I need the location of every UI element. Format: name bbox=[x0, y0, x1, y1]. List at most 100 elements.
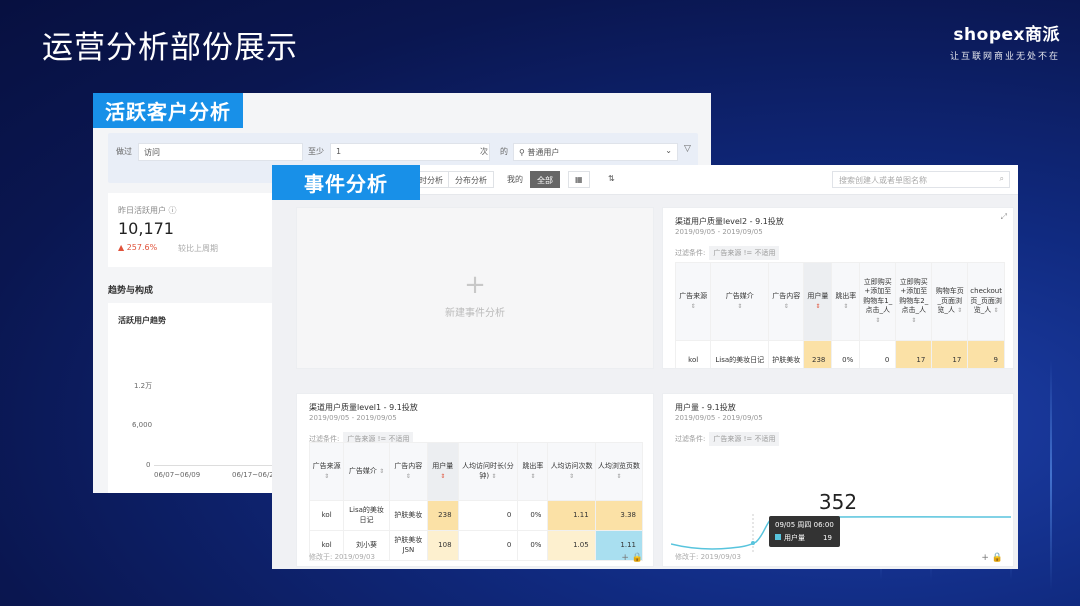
add-icon[interactable]: + bbox=[981, 553, 989, 563]
table-header-row: 广告来源 ⇕ 广告媒介 ⇕ 广告内容 ⇕ 用户量 ⇕ 人均访问时长(分钟) ⇕ … bbox=[308, 442, 644, 501]
kpi-label: 昨日活跃用户 ⓘ bbox=[118, 206, 177, 215]
table-cell: 9 bbox=[967, 340, 1005, 368]
card-title: 用户量 - 9.1投放 bbox=[675, 403, 736, 412]
search-placeholder: 搜索创建人或者单图名称 bbox=[839, 176, 927, 185]
info-icon: ⓘ bbox=[168, 206, 177, 215]
card-actions: + 🔒 bbox=[621, 553, 643, 563]
filter-label-atleast: 至少 bbox=[308, 147, 324, 156]
x-tick: 06/07~06/09 bbox=[154, 471, 201, 479]
col-header[interactable]: 广告内容 ⇕ bbox=[768, 262, 805, 341]
section-title: 趋势与构成 bbox=[108, 286, 154, 296]
sort-icon[interactable]: ⇅ bbox=[602, 171, 621, 188]
filter-chip: 广告来源 != 不适用 bbox=[709, 432, 780, 446]
distribution-analysis-tab[interactable]: 分布分析 bbox=[448, 171, 494, 188]
search-input[interactable]: 搜索创建人或者单图名称 ⌕ bbox=[832, 171, 1010, 188]
trend-card: 活跃用户趋势 1.2万 6,000 0 06/07~06/09 06/17~06… bbox=[108, 303, 278, 493]
col-header[interactable]: 跳出率 ⇕ bbox=[831, 262, 861, 341]
level2-table: 广告来源 ⇕ 广告媒介 ⇕ 广告内容 ⇕ 用户量 ⇕ 跳出率 ⇕ 立即购买+添加至购物车1… bbox=[674, 262, 1005, 368]
trend-title: 活跃用户趋势 bbox=[118, 316, 166, 325]
col-header[interactable]: 广告来源 ⇕ bbox=[308, 442, 345, 501]
event-select[interactable]: 访问 bbox=[138, 143, 303, 161]
lock-icon[interactable]: 🔒 bbox=[992, 553, 1003, 563]
col-header[interactable]: 广告媒介 ⇕ bbox=[710, 262, 770, 341]
filter-mine[interactable]: 我的 bbox=[501, 171, 529, 188]
user-count-card: 用户量 - 9.1投放 2019/09/05 - 2019/09/05 过滤条件… bbox=[662, 393, 1014, 567]
channel-quality-level1-card: 渠道用户质量level1 - 9.1投放 2019/09/05 - 2019/0… bbox=[296, 393, 654, 567]
table-cell: 0% bbox=[831, 340, 861, 368]
table-cell: 3.38 bbox=[594, 500, 644, 531]
filter-chip: 广告来源 != 不适用 bbox=[709, 246, 780, 260]
table-cell: 108 bbox=[426, 530, 459, 561]
event-analysis-tab-label: 事件分析 bbox=[272, 165, 420, 200]
col-header[interactable]: 购物车页_页面浏览_人 ⇕ bbox=[931, 262, 969, 341]
new-event-card[interactable]: + 新建事件分析 bbox=[296, 207, 654, 369]
kpi-delta: ▲ 257.6% bbox=[118, 243, 158, 252]
card-footer: 修改于: 2019/09/03 bbox=[675, 553, 741, 561]
table-cell: Lisa的美妆日记 bbox=[710, 340, 770, 368]
lock-icon[interactable]: 🔒 bbox=[632, 553, 643, 563]
card-filter: 过滤条件: 广告来源 != 不适用 bbox=[675, 432, 780, 446]
table-row: kol Lisa的美妆日记 护肤美妆 238 0 0% 1.11 3.38 bbox=[308, 500, 644, 531]
table-cell: 17 bbox=[895, 340, 933, 368]
col-header[interactable]: 立即购买+添加至购物车2_点击_人 ⇕ bbox=[895, 262, 933, 341]
col-header[interactable]: 用户量 ⇕ bbox=[803, 262, 833, 341]
filter-label-times: 次 bbox=[480, 147, 488, 156]
table-cell: 17 bbox=[931, 340, 969, 368]
col-header[interactable]: 广告媒介 ⇕ bbox=[343, 442, 390, 501]
brand-logo: shopex商派 bbox=[953, 25, 1060, 45]
user-count-value: 352 bbox=[818, 490, 858, 514]
legend-swatch bbox=[775, 534, 781, 540]
grid-view-icon[interactable]: ▦ bbox=[568, 171, 590, 188]
count-input[interactable]: 1 bbox=[330, 143, 490, 161]
user-type-select[interactable]: ⚲ 普通用户 ⌄ bbox=[513, 143, 678, 161]
search-icon: ⌕ bbox=[999, 174, 1004, 183]
table-cell: 护肤美妆 bbox=[768, 340, 805, 368]
filter-label-did: 做过 bbox=[116, 147, 132, 156]
col-header[interactable]: 广告来源 ⇕ bbox=[674, 262, 712, 341]
channel-quality-level2-card: 渠道用户质量level2 - 9.1投放 2019/09/05 - 2019/0… bbox=[662, 207, 1014, 369]
expand-icon[interactable]: ⤢ bbox=[1001, 212, 1007, 222]
chevron-down-icon: ⌄ bbox=[665, 146, 672, 155]
plus-icon: + bbox=[464, 270, 486, 300]
user-trend-sparkline bbox=[671, 514, 1011, 554]
table-cell: 1.05 bbox=[547, 530, 596, 561]
col-header[interactable]: 立即购买+添加至购物车1_点击_人 ⇕ bbox=[859, 262, 897, 341]
table-cell: 0 bbox=[859, 340, 897, 368]
brand: shopex商派 让互联网商业无处不在 bbox=[950, 20, 1060, 62]
col-header[interactable]: 跳出率 ⇕ bbox=[517, 442, 549, 501]
col-header[interactable]: 人均浏览页数 ⇕ bbox=[594, 442, 644, 501]
col-header[interactable]: checkout页_页面浏览_人 ⇕ bbox=[967, 262, 1005, 341]
card-title: 渠道用户质量level1 - 9.1投放 bbox=[309, 403, 418, 412]
table-cell: 0 bbox=[457, 500, 519, 531]
filter-icon[interactable]: ▽ bbox=[684, 144, 691, 154]
table-row: kol Lisa的美妆日记 护肤美妆 238 0% 0 17 17 9 bbox=[674, 340, 1005, 368]
card-filter: 过滤条件: 广告来源 != 不适用 bbox=[675, 246, 780, 260]
table-cell: 238 bbox=[803, 340, 833, 368]
col-header[interactable]: 人均访问次数 ⇕ bbox=[547, 442, 596, 501]
table-cell: 0 bbox=[457, 530, 519, 561]
tooltip-row: 用户量 19 bbox=[775, 533, 834, 543]
card-footer: 修改于: 2019/09/03 bbox=[309, 553, 375, 561]
table-cell: 护肤美妆 bbox=[388, 500, 428, 531]
kpi-compare: 较比上周期 bbox=[178, 244, 218, 253]
x-axis-line bbox=[154, 465, 278, 466]
table-cell: 1.11 bbox=[547, 500, 596, 531]
table-cell: Lisa的美妆日记 bbox=[343, 500, 390, 531]
user-type-value: 普通用户 bbox=[527, 148, 560, 157]
filter-label-of: 的 bbox=[500, 147, 508, 156]
card-date: 2019/09/05 - 2019/09/05 bbox=[675, 228, 763, 236]
card-date: 2019/09/05 - 2019/09/05 bbox=[675, 414, 763, 422]
col-header[interactable]: 人均访问时长(分钟) ⇕ bbox=[457, 442, 519, 501]
col-header[interactable]: 用户量 ⇕ bbox=[426, 442, 459, 501]
table-cell: 0% bbox=[517, 530, 549, 561]
active-users-tab-label: 活跃客户分析 bbox=[93, 93, 243, 128]
card-date: 2019/09/05 - 2019/09/05 bbox=[309, 414, 397, 422]
add-icon[interactable]: + bbox=[621, 553, 629, 563]
slide-title: 运营分析部份展示 bbox=[42, 30, 298, 66]
kpi-card: 昨日活跃用户 ⓘ 10,171 ▲ 257.6% 较比上周期 bbox=[108, 193, 278, 267]
brand-tagline: 让互联网商业无处不在 bbox=[949, 52, 1060, 62]
y-tick: 0 bbox=[146, 461, 151, 469]
col-header[interactable]: 广告内容 ⇕ bbox=[388, 442, 428, 501]
filter-all[interactable]: 全部 bbox=[530, 171, 560, 188]
y-tick: 6,000 bbox=[132, 421, 153, 429]
